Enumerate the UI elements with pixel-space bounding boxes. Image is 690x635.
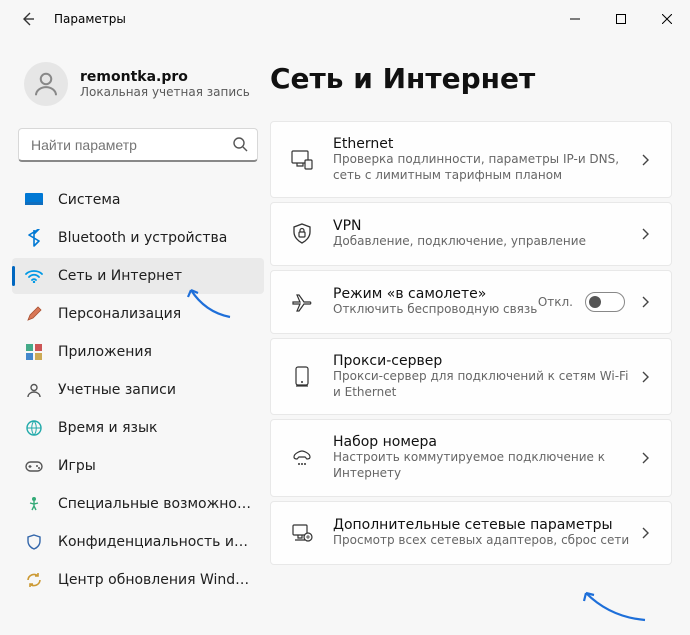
window-title: Параметры <box>54 12 126 26</box>
avatar <box>24 62 68 106</box>
maximize-icon <box>616 14 626 24</box>
close-button[interactable] <box>644 0 690 38</box>
airplane-toggle[interactable] <box>585 292 625 312</box>
account-info: remontka.pro Локальная учетная запись <box>80 69 250 99</box>
card-subtitle: Просмотр всех сетевых адаптеров, сброс с… <box>333 533 637 549</box>
globe-icon <box>24 418 44 438</box>
ethernet-icon <box>289 147 315 173</box>
sidebar-nav: Система Bluetooth и устройства Сеть и Ин… <box>12 182 264 598</box>
chevron-right-icon <box>637 152 653 168</box>
card-title: Режим «в самолете» <box>333 286 538 302</box>
sidebar-item-network[interactable]: Сеть и Интернет <box>12 258 264 294</box>
card-advanced-network[interactable]: Дополнительные сетевые параметры Просмот… <box>270 501 672 565</box>
person-icon <box>31 69 61 99</box>
sidebar-item-bluetooth[interactable]: Bluetooth и устройства <box>12 220 264 256</box>
card-ethernet[interactable]: Ethernet Проверка подлинности, параметры… <box>270 121 672 198</box>
shield-icon <box>24 532 44 552</box>
sidebar-item-label: Игры <box>58 458 96 474</box>
chevron-right-icon <box>637 369 653 385</box>
titlebar: Параметры <box>0 0 690 38</box>
minimize-icon <box>570 14 580 24</box>
card-airplane[interactable]: Режим «в самолете» Отключить беспроводну… <box>270 270 672 334</box>
card-subtitle: Проверка подлинности, параметры IP-и DNS… <box>333 152 637 183</box>
brush-icon <box>24 304 44 324</box>
airplane-icon <box>289 289 315 315</box>
sidebar-item-personalization[interactable]: Персонализация <box>12 296 264 332</box>
card-title: Ethernet <box>333 136 637 152</box>
sidebar: remontka.pro Локальная учетная запись Си… <box>0 38 270 635</box>
card-subtitle: Настроить коммутируемое подключение к Ин… <box>333 450 637 481</box>
accounts-icon <box>24 380 44 400</box>
chevron-right-icon <box>637 226 653 242</box>
page-title: Сеть и Интернет <box>270 62 672 95</box>
chevron-right-icon <box>637 525 653 541</box>
card-title: Набор номера <box>333 434 637 450</box>
gaming-icon <box>24 456 44 476</box>
accessibility-icon <box>24 494 44 514</box>
phone-icon <box>289 445 315 471</box>
chevron-right-icon <box>637 294 653 310</box>
bluetooth-icon <box>24 228 44 248</box>
sidebar-item-label: Приложения <box>58 344 152 360</box>
chevron-right-icon <box>637 450 653 466</box>
sidebar-item-gaming[interactable]: Игры <box>12 448 264 484</box>
settings-window: Параметры remontka.pro Локальная учетная… <box>0 0 690 635</box>
sidebar-item-label: Bluetooth и устройства <box>58 230 227 246</box>
search-icon <box>232 136 248 156</box>
sidebar-item-label: Персонализация <box>58 306 181 322</box>
sidebar-item-privacy[interactable]: Конфиденциальность и безопасность <box>12 524 264 560</box>
card-title: Прокси-сервер <box>333 353 637 369</box>
sidebar-item-label: Время и язык <box>58 420 157 436</box>
main-panel: Сеть и Интернет Ethernet Проверка подлин… <box>270 38 690 635</box>
settings-list: Ethernet Проверка подлинности, параметры… <box>270 121 672 565</box>
toggle-state-label: Откл. <box>538 295 573 309</box>
account-type: Локальная учетная запись <box>80 85 250 99</box>
card-vpn[interactable]: VPN Добавление, подключение, управление <box>270 202 672 266</box>
sidebar-item-label: Специальные возможности <box>58 496 252 512</box>
card-title: VPN <box>333 218 637 234</box>
maximize-button[interactable] <box>598 0 644 38</box>
card-dialup[interactable]: Набор номера Настроить коммутируемое под… <box>270 419 672 496</box>
card-subtitle: Прокси-сервер для подключений к сетям Wi… <box>333 369 637 400</box>
sidebar-item-label: Система <box>58 192 120 208</box>
card-proxy[interactable]: Прокси-сервер Прокси-сервер для подключе… <box>270 338 672 415</box>
sidebar-item-label: Учетные записи <box>58 382 176 398</box>
back-button[interactable] <box>10 1 46 37</box>
sidebar-item-system[interactable]: Система <box>12 182 264 218</box>
sidebar-item-label: Сеть и Интернет <box>58 268 182 284</box>
search-wrap <box>18 128 258 162</box>
card-title: Дополнительные сетевые параметры <box>333 517 637 533</box>
proxy-icon <box>289 364 315 390</box>
sidebar-item-update[interactable]: Центр обновления Windows <box>12 562 264 598</box>
back-arrow-icon <box>20 11 36 27</box>
advanced-network-icon <box>289 520 315 546</box>
apps-icon <box>24 342 44 362</box>
vpn-icon <box>289 221 315 247</box>
card-subtitle: Добавление, подключение, управление <box>333 234 637 250</box>
sidebar-item-apps[interactable]: Приложения <box>12 334 264 370</box>
account-block[interactable]: remontka.pro Локальная учетная запись <box>12 58 264 128</box>
window-controls <box>552 0 690 38</box>
account-name: remontka.pro <box>80 69 250 85</box>
close-icon <box>662 14 672 24</box>
search-input[interactable] <box>18 128 258 162</box>
card-subtitle: Отключить беспроводную связь <box>333 302 538 318</box>
system-icon <box>24 190 44 210</box>
sidebar-item-label: Конфиденциальность и безопасность <box>58 534 252 550</box>
wifi-icon <box>24 266 44 286</box>
sidebar-item-accessibility[interactable]: Специальные возможности <box>12 486 264 522</box>
sidebar-item-time[interactable]: Время и язык <box>12 410 264 446</box>
minimize-button[interactable] <box>552 0 598 38</box>
sidebar-item-accounts[interactable]: Учетные записи <box>12 372 264 408</box>
sidebar-item-label: Центр обновления Windows <box>58 572 252 588</box>
update-icon <box>24 570 44 590</box>
